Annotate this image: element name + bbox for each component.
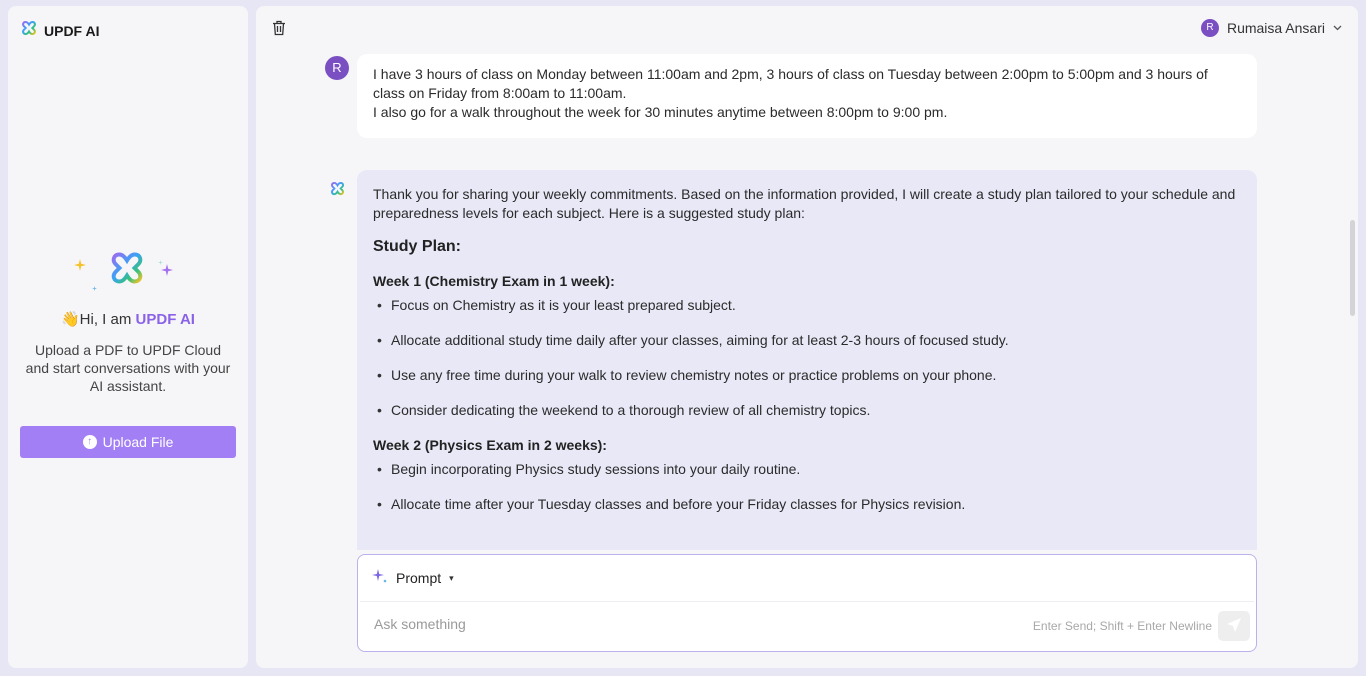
upload-file-button[interactable]: ↑ Upload File <box>20 426 236 458</box>
avatar: R <box>1200 19 1219 37</box>
ai-message: Thank you for sharing your weekly commit… <box>357 170 1257 550</box>
composer: Prompt ▾ Enter Send; Shift + Enter Newli… <box>357 554 1257 652</box>
user-message-line: I also go for a walk throughout the week… <box>373 104 948 120</box>
list-item: Use any free time during your walk to re… <box>373 366 1241 385</box>
chat-scrollbar[interactable] <box>1350 220 1355 316</box>
upload-file-label: Upload File <box>102 434 174 450</box>
list-item: Focus on Chemistry as it is your least p… <box>373 296 1241 315</box>
brand: UPDF AI <box>21 20 99 41</box>
greeting: 👋Hi, I am UPDF AI <box>8 310 248 328</box>
ai-avatar-icon <box>330 181 345 201</box>
sparkle-icon <box>92 278 97 296</box>
ai-heading: Study Plan: <box>373 238 462 255</box>
upload-icon: ↑ <box>82 435 97 449</box>
list-item: Begin incorporating Physics study sessio… <box>373 460 1241 479</box>
sparkle-icon <box>372 568 388 588</box>
send-icon <box>1226 617 1242 636</box>
sidebar: UPDF AI 👋Hi, I am UPDF AI Upload a PDF t… <box>8 6 248 668</box>
ask-input[interactable] <box>374 616 974 632</box>
week-title: Week 2 (Physics Exam in 2 weeks): <box>373 437 607 453</box>
user-message-avatar: R <box>325 56 349 80</box>
ai-intro: Thank you for sharing your weekly commit… <box>373 186 1236 221</box>
sparkle-icon <box>74 258 86 276</box>
caret-down-icon: ▾ <box>449 572 454 583</box>
user-message-line: I have 3 hours of class on Monday betwee… <box>373 66 1208 101</box>
list-item: Consider dedicating the weekend to a tho… <box>373 401 1241 420</box>
chevron-down-icon <box>1333 23 1342 34</box>
prompt-mode-selector[interactable]: Prompt ▾ <box>358 555 1256 601</box>
app-title: UPDF AI <box>44 22 100 39</box>
hero-illustration <box>8 246 248 296</box>
week-title: Week 1 (Chemistry Exam in 1 week): <box>373 273 615 289</box>
send-button[interactable] <box>1218 611 1250 641</box>
welcome-description: Upload a PDF to UPDF Cloud and start con… <box>25 342 231 394</box>
list-item: Allocate additional study time daily aft… <box>373 331 1241 350</box>
welcome-panel: 👋Hi, I am UPDF AI Upload a PDF to UPDF C… <box>8 246 248 395</box>
prompt-mode-label: Prompt <box>396 570 442 586</box>
week-list: Focus on Chemistry as it is your least p… <box>373 296 1241 420</box>
greeting-text: 👋Hi, I am <box>61 311 136 328</box>
sparkle-icon <box>161 263 173 282</box>
user-name: Rumaisa Ansari <box>1226 20 1325 36</box>
input-row: Enter Send; Shift + Enter Newline <box>358 602 1256 650</box>
greeting-brand: UPDF AI <box>135 311 195 328</box>
user-menu[interactable]: R Rumaisa Ansari <box>1200 19 1342 37</box>
updf-ai-logo-icon <box>109 250 145 291</box>
trash-icon[interactable] <box>272 20 288 38</box>
keyboard-hint: Enter Send; Shift + Enter Newline <box>1032 619 1212 633</box>
updf-ai-logo-icon <box>21 20 37 41</box>
week-list: Begin incorporating Physics study sessio… <box>373 460 1241 514</box>
user-message: I have 3 hours of class on Monday betwee… <box>357 54 1257 138</box>
chat-panel: R Rumaisa Ansari R I have 3 hours of cla… <box>256 6 1358 668</box>
list-item: Allocate time after your Tuesday classes… <box>373 495 1241 514</box>
